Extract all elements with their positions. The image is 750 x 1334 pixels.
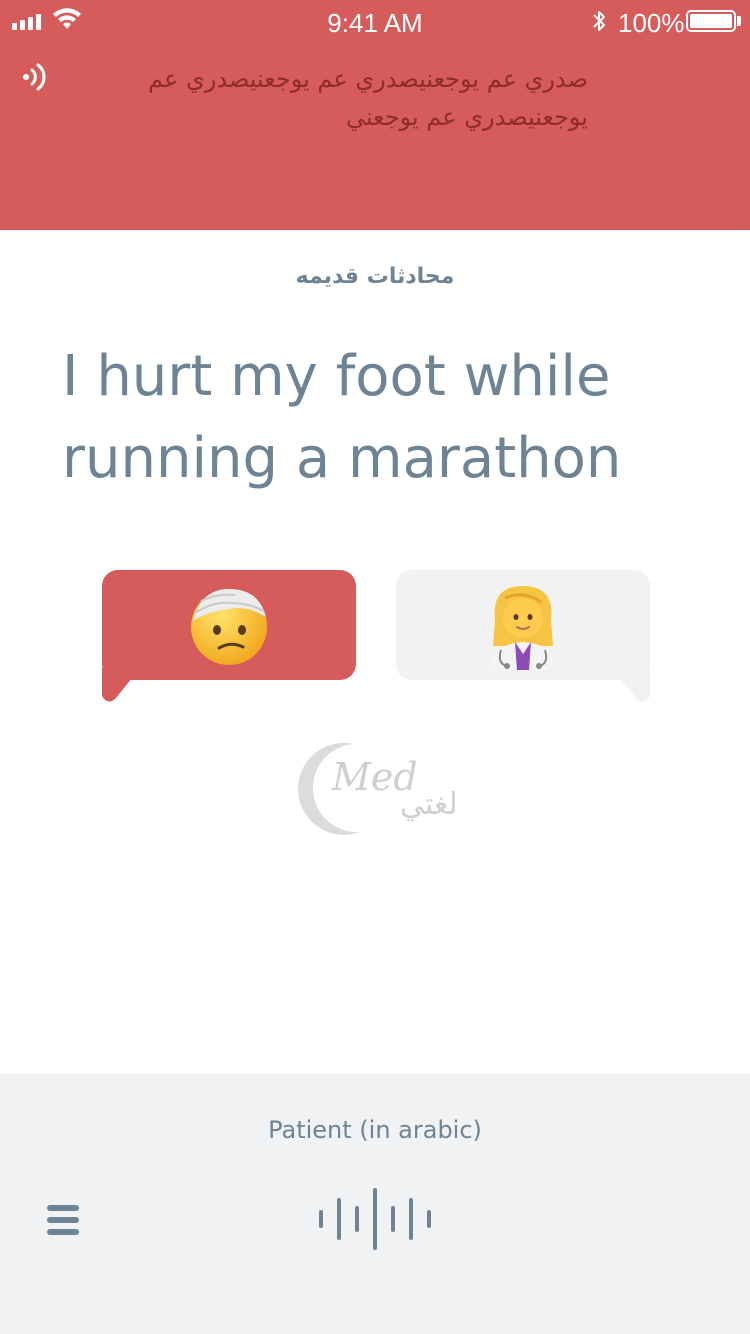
speaker-waves-icon[interactable] [22,62,48,92]
patient-bubble[interactable] [102,570,356,680]
battery-percent: 100% [618,8,685,38]
logo-crescent: Med لغتي [297,742,458,835]
speaker-role-label[interactable]: Patient (in arabic) [0,1116,750,1144]
doctor-bubble[interactable] [396,570,650,680]
source-phrase: I hurt my foot while running a marathon [62,344,622,491]
app-logo: Med لغتي [296,738,458,838]
doctor-bubble-tail [612,668,650,702]
doctor-emoji [489,586,557,670]
hamburger-menu-icon[interactable] [44,1202,82,1238]
status-bar: 9:41 AM 100% [0,0,750,44]
translated-text: صدري عم يوجعنيصدري عم يوجعنيصدري عم يوجع… [148,65,588,131]
patient-bubble-tail [102,668,140,702]
voice-waveform-icon[interactable] [315,1186,437,1252]
bluetooth-icon [593,11,605,31]
translation-header: 9:41 AM 100% صدري عم يوجعنيصدري عم يوجعن… [0,0,750,230]
battery-tip [737,16,741,26]
battery-icon [686,10,736,32]
logo-arabic: لغتي [400,787,456,822]
injured-face-emoji [191,589,267,665]
old-conversations-title[interactable]: محادثات قديمه [0,264,750,289]
